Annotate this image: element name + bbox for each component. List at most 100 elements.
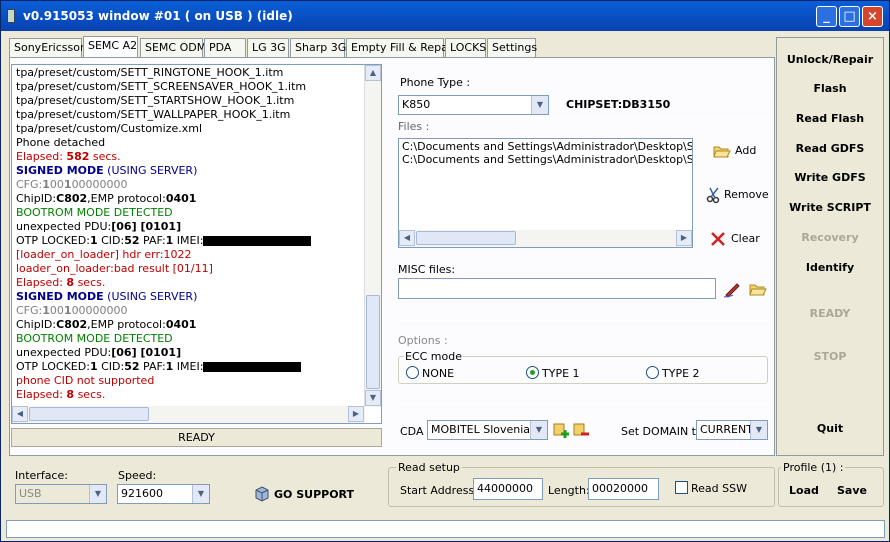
- scroll-up-icon[interactable]: ▲: [365, 65, 381, 81]
- load-profile-button[interactable]: Load: [789, 484, 819, 497]
- phone-type-select[interactable]: K850 ▼: [398, 95, 549, 115]
- tab-semc-odm[interactable]: SEMC ODM: [140, 38, 206, 57]
- log-text: OTP LOCKED:: [16, 360, 90, 373]
- start-address-label: Start Address:: [400, 484, 478, 497]
- log-text: Elapsed:: [16, 388, 67, 401]
- ecc-type2-radio[interactable]: [646, 366, 659, 379]
- read-ssw-checkbox[interactable]: [675, 481, 688, 494]
- read-gdfs-button[interactable]: Read GDFS: [777, 142, 883, 155]
- speed-label: Speed:: [118, 469, 157, 482]
- tab-lg-3g[interactable]: LG 3G: [247, 38, 289, 57]
- save-profile-button[interactable]: Save: [837, 484, 867, 497]
- log-line: tpa/preset/custom/SETT_SCREENSAVER_HOOK_…: [16, 80, 366, 94]
- log-text: CFG:: [16, 304, 43, 317]
- maximize-button[interactable]: □: [839, 6, 860, 27]
- log-line: Elapsed: 8 secs.: [16, 276, 366, 290]
- log-text: C802: [56, 318, 88, 331]
- divider: [398, 118, 768, 119]
- ecc-type1-radio[interactable]: [526, 366, 539, 379]
- tab-semc-a2[interactable]: SEMC A2: [83, 36, 138, 57]
- remove-cda-icon[interactable]: [573, 422, 590, 439]
- pencil-icon[interactable]: [723, 280, 741, 298]
- domain-select[interactable]: CURRENT ▼: [696, 420, 768, 440]
- go-support-button[interactable]: GO SUPPORT: [254, 485, 354, 503]
- quit-button[interactable]: Quit: [777, 422, 883, 435]
- scroll-thumb[interactable]: [366, 295, 380, 389]
- tab-locks[interactable]: LOCKS: [445, 38, 486, 57]
- log-text: tpa/preset/custom/SETT_RINGTONE_HOOK_1.i…: [16, 66, 284, 79]
- interface-select[interactable]: USB ▼: [15, 484, 107, 504]
- log-text: C802: [56, 192, 88, 205]
- stop-button[interactable]: STOP: [777, 350, 883, 363]
- tab-sonyericsson[interactable]: SonyEricsson: [9, 38, 87, 57]
- chevron-down-icon[interactable]: ▼: [89, 485, 106, 503]
- log-text: 1: [89, 360, 98, 373]
- scroll-down-icon[interactable]: ▼: [365, 390, 381, 406]
- log-text: secs.: [89, 150, 121, 163]
- chevron-down-icon[interactable]: ▼: [750, 421, 767, 439]
- log-text: tpa/preset/custom/Customize.xml: [16, 122, 203, 135]
- chevron-down-icon[interactable]: ▼: [530, 421, 547, 439]
- log-vertical-scrollbar[interactable]: ▲ ▼: [364, 65, 381, 407]
- folder-open-icon[interactable]: [749, 282, 767, 296]
- log-text: 00: [49, 178, 64, 191]
- length-input[interactable]: 00020000: [588, 478, 659, 500]
- tab-pda[interactable]: PDA: [204, 38, 246, 57]
- hscroll-thumb[interactable]: [416, 231, 516, 245]
- log-text: tpa/preset/custom/SETT_SCREENSAVER_HOOK_…: [16, 80, 307, 93]
- options-label: Options :: [398, 334, 448, 347]
- ecc-type2-label[interactable]: TYPE 2: [662, 367, 700, 380]
- log-text: (USING SERVER): [103, 164, 198, 177]
- app-icon: [7, 9, 15, 23]
- log-text: 1: [63, 304, 72, 317]
- close-button[interactable]: ×: [862, 6, 883, 27]
- ecc-none-label[interactable]: NONE: [422, 367, 454, 380]
- flash-button[interactable]: Flash: [777, 82, 883, 95]
- file-item[interactable]: C:\Documents and Settings\Administrador\…: [399, 140, 692, 154]
- scroll-left-icon[interactable]: ◀: [12, 406, 28, 422]
- scissors-icon: [706, 187, 720, 203]
- title-bar[interactable]: v0.915053 window #01 ( on USB ) (idle) _…: [1, 1, 889, 31]
- ecc-type1-label[interactable]: TYPE 1: [542, 367, 580, 380]
- scroll-left-icon[interactable]: ◀: [399, 230, 415, 246]
- ecc-none-radio[interactable]: [406, 366, 419, 379]
- scroll-right-icon[interactable]: ▶: [676, 230, 692, 246]
- x-icon: [711, 232, 725, 246]
- clear-button[interactable]: Clear: [710, 230, 770, 248]
- scroll-right-icon[interactable]: ▶: [348, 406, 364, 422]
- chevron-down-icon[interactable]: ▼: [531, 96, 548, 114]
- files-horizontal-scrollbar[interactable]: ◀ ▶: [399, 230, 692, 247]
- write-gdfs-button[interactable]: Write GDFS: [777, 171, 883, 184]
- recovery-button[interactable]: Recovery: [777, 231, 883, 244]
- log-text: CID:: [97, 234, 125, 247]
- log-area[interactable]: tpa/preset/custom/SETT_RINGTONE_HOOK_1.i…: [11, 64, 382, 424]
- hscroll-thumb[interactable]: [29, 407, 149, 421]
- read-flash-button[interactable]: Read Flash: [777, 112, 883, 125]
- tab-sharp-3g[interactable]: Sharp 3G: [290, 38, 346, 57]
- unlock-repair-button[interactable]: Unlock/Repair: [777, 53, 883, 66]
- log-horizontal-scrollbar[interactable]: ◀ ▶: [12, 406, 365, 423]
- chevron-down-icon[interactable]: ▼: [192, 485, 209, 503]
- start-address-input[interactable]: 44000000: [473, 478, 543, 500]
- add-button[interactable]: Add: [713, 142, 773, 160]
- remove-button[interactable]: Remove: [706, 186, 770, 204]
- log-line: tpa/preset/custom/SETT_RINGTONE_HOOK_1.i…: [16, 66, 366, 80]
- tab-empty-fill-repair[interactable]: Empty Fill & Repair: [346, 38, 455, 57]
- file-item[interactable]: C:\Documents and Settings\Administrador\…: [399, 153, 692, 167]
- log-line: OTP LOCKED:1 CID:52 PAF:1 IMEI:: [16, 360, 366, 374]
- identify-button[interactable]: Identify: [777, 261, 883, 274]
- write-script-button[interactable]: Write SCRIPT: [777, 201, 883, 214]
- tab-settings[interactable]: Settings: [487, 38, 537, 57]
- interface-value: USB: [19, 487, 42, 500]
- minimize-button[interactable]: _: [816, 6, 837, 27]
- files-list[interactable]: C:\Documents and Settings\Administrador\…: [398, 138, 693, 248]
- read-ssw-label[interactable]: Read SSW: [691, 482, 747, 495]
- misc-files-input[interactable]: [398, 278, 716, 299]
- ready-indicator: READY: [809, 307, 851, 320]
- add-cda-icon[interactable]: [553, 422, 570, 439]
- log-text: SIGNED MODE: [16, 164, 104, 177]
- cda-select[interactable]: MOBITEL Slovenia /S ▼: [427, 420, 548, 440]
- speed-select[interactable]: 921600 ▼: [117, 484, 210, 504]
- speed-value: 921600: [121, 487, 163, 500]
- log-line: CFG:100100000000: [16, 178, 366, 192]
